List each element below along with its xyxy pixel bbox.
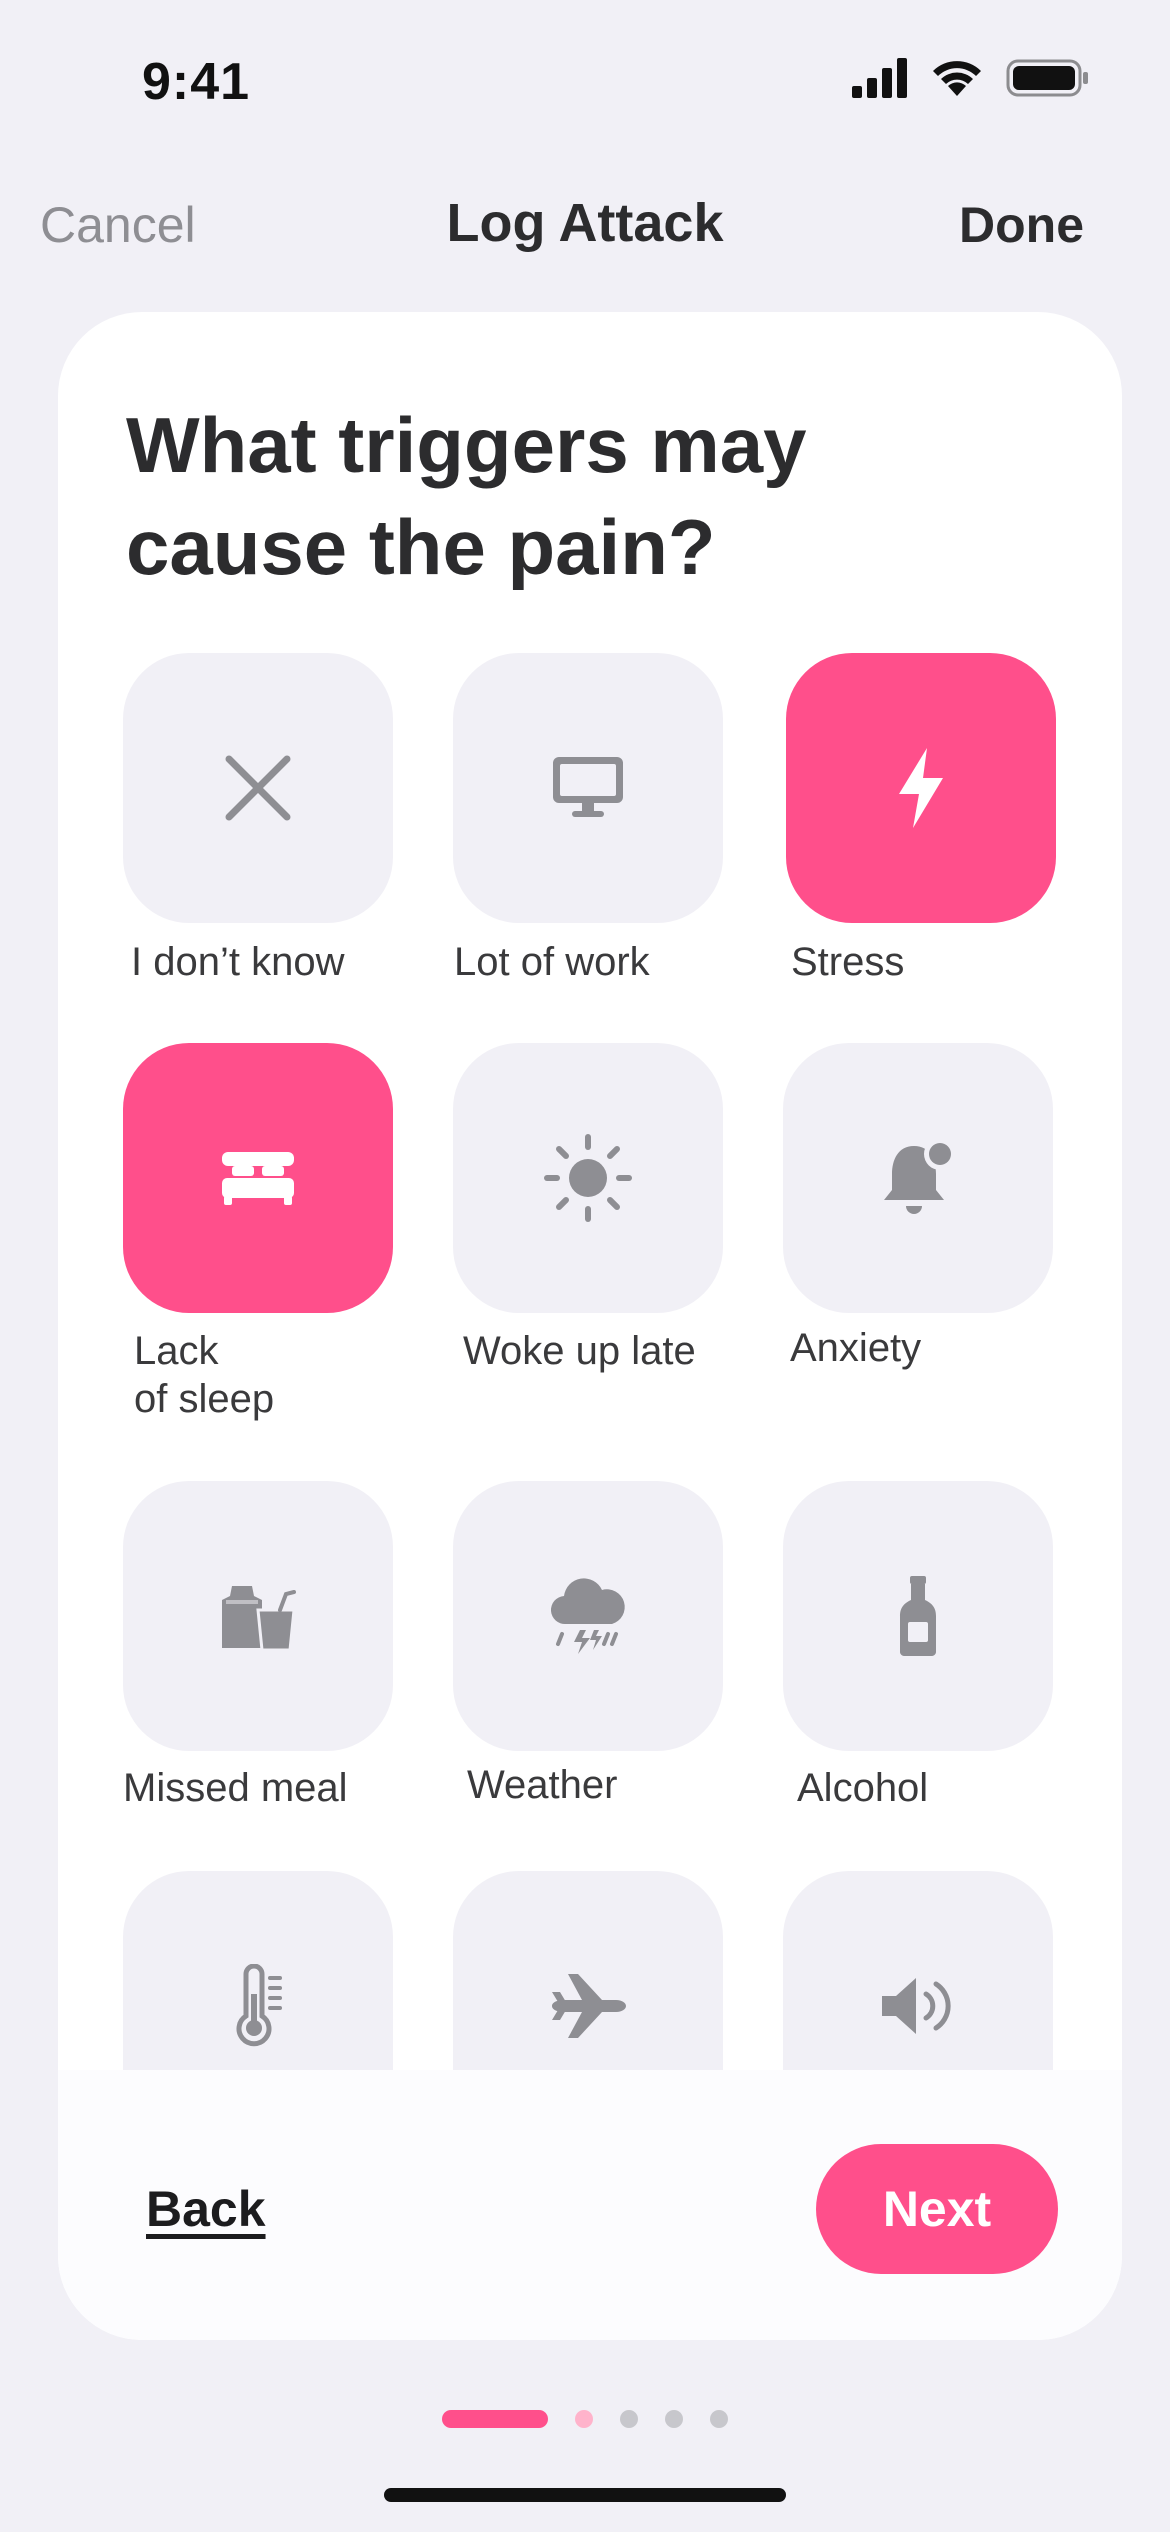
cellular-signal-icon — [852, 58, 907, 98]
thermometer-icon — [236, 1964, 282, 2047]
trigger-label-alcohol: Alcohol — [797, 1766, 929, 1810]
trigger-label-lot-of-work: Lot of work — [454, 940, 650, 984]
trigger-label-dont-know: I don’t know — [131, 940, 345, 984]
trigger-tile-weather[interactable] — [453, 1481, 723, 1751]
page-indicator-active — [442, 2410, 548, 2428]
x-mark-icon — [225, 755, 291, 821]
triggers-card: What triggers may cause the pain? I don’… — [58, 312, 1122, 2340]
trigger-tile-woke-up-late[interactable] — [453, 1043, 723, 1313]
trigger-label-weather: Weather — [467, 1763, 618, 1807]
page-indicator-dot — [665, 2410, 683, 2428]
status-icons — [852, 58, 1090, 98]
thunderstorm-cloud-icon — [550, 1578, 625, 1654]
bed-icon — [222, 1152, 294, 1205]
home-indicator[interactable] — [384, 2488, 786, 2502]
trigger-label-woke-up-late: Woke up late — [463, 1329, 696, 1373]
page-indicator-dot — [710, 2410, 728, 2428]
food-bag-drink-icon — [222, 1586, 296, 1652]
trigger-tile-alcohol[interactable] — [783, 1481, 1053, 1751]
battery-icon — [1006, 59, 1088, 97]
wifi-icon — [933, 61, 981, 96]
trigger-tile-stress[interactable] — [786, 653, 1056, 923]
trigger-tile-dont-know[interactable] — [123, 653, 393, 923]
next-button[interactable]: Next — [816, 2144, 1058, 2274]
trigger-label-stress: Stress — [791, 940, 905, 984]
done-button[interactable]: Done — [959, 196, 1084, 254]
trigger-label-missed-meal: Missed meal — [123, 1766, 348, 1810]
trigger-label-anxiety: Anxiety — [790, 1326, 922, 1370]
desktop-monitor-icon — [553, 757, 623, 817]
trigger-tile-lack-of-sleep[interactable] — [123, 1043, 393, 1313]
trigger-tile-lot-of-work[interactable] — [453, 653, 723, 923]
bell-badge-icon — [884, 1138, 956, 1214]
sun-icon — [544, 1134, 632, 1222]
page-indicator — [442, 2410, 728, 2428]
page-indicator-dot — [575, 2410, 593, 2428]
lightning-bolt-icon — [899, 748, 943, 828]
trigger-tile-missed-meal[interactable] — [123, 1481, 393, 1751]
page-indicator-dot — [620, 2410, 638, 2428]
trigger-label-lack-of-sleep: Lack of sleep — [134, 1329, 275, 1421]
question-heading: What triggers may cause the pain? — [126, 401, 807, 591]
back-button[interactable]: Back — [146, 2180, 266, 2238]
trigger-tile-anxiety[interactable] — [783, 1043, 1053, 1313]
airplane-icon — [552, 1974, 626, 2038]
bottle-icon — [900, 1576, 936, 1656]
status-time: 9:41 — [142, 53, 251, 111]
speaker-volume-icon — [882, 1978, 951, 2034]
